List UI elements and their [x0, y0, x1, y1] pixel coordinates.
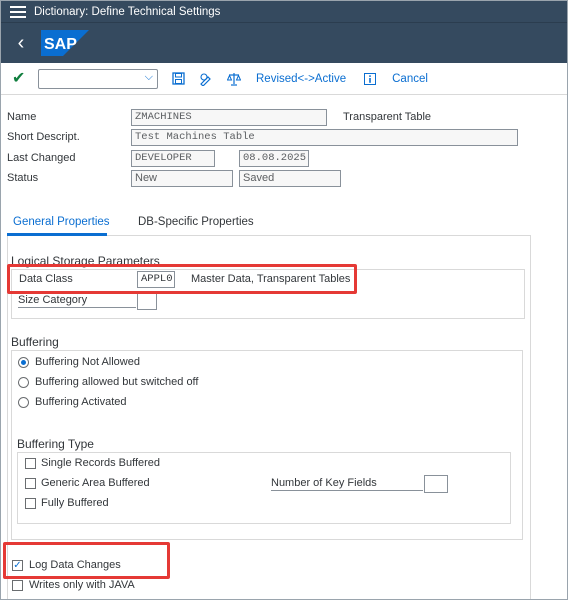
- name-label: Name: [7, 111, 37, 123]
- checkbox-generic-area[interactable]: [25, 478, 36, 489]
- table-type-text: Transparent Table: [343, 111, 432, 123]
- name-field: ZMACHINES: [131, 109, 327, 126]
- key-fields-label: Number of Key Fields: [271, 477, 423, 491]
- cancel-button[interactable]: Cancel: [392, 73, 428, 85]
- short-description-field: Test Machines Table: [131, 129, 518, 146]
- toolbar: ✔ ⌵ Revised<->Active Cancel: [1, 63, 567, 95]
- radio-label: Buffering Not Allowed: [35, 356, 140, 368]
- checkbox-fully-buffered[interactable]: [25, 498, 36, 509]
- back-icon[interactable]: ‹: [9, 31, 33, 55]
- checkbox-label: Single Records Buffered: [41, 457, 161, 469]
- status-field-1: New: [131, 170, 233, 187]
- checkbox-writes-only-java[interactable]: [12, 580, 23, 591]
- display-change-icon[interactable]: [198, 71, 214, 87]
- revised-active-button[interactable]: Revised<->Active: [256, 73, 346, 85]
- window-title: Dictionary: Define Technical Settings: [34, 5, 221, 18]
- tab-general-properties[interactable]: General Properties: [13, 216, 110, 228]
- radio-buffering-not-allowed[interactable]: [18, 357, 29, 368]
- title-bar: Dictionary: Define Technical Settings: [1, 1, 567, 23]
- status-label: Status: [7, 172, 39, 184]
- last-changed-label: Last Changed: [7, 152, 76, 164]
- compare-icon[interactable]: [226, 71, 242, 87]
- radio-buffering-switched-off[interactable]: [18, 377, 29, 388]
- buffering-title: Buffering: [11, 335, 59, 349]
- buffering-type-title: Buffering Type: [17, 437, 94, 451]
- last-changed-date-field: 08.08.2025: [239, 150, 309, 167]
- data-class-highlight: [7, 264, 357, 294]
- command-field[interactable]: ⌵: [38, 68, 158, 89]
- window: Dictionary: Define Technical Settings ‹ …: [0, 0, 568, 600]
- short-description-label: Short Descript.: [7, 131, 80, 143]
- info-icon[interactable]: [362, 71, 378, 87]
- svg-text:SAP: SAP: [44, 36, 77, 53]
- shell-header: ‹ SAP: [1, 23, 567, 63]
- checkbox-label: Fully Buffered: [41, 497, 109, 509]
- checkbox-single-records[interactable]: [25, 458, 36, 469]
- radio-buffering-activated[interactable]: [18, 397, 29, 408]
- save-icon[interactable]: [170, 71, 186, 87]
- checkmark-icon[interactable]: ✔: [12, 70, 28, 87]
- writes-only-java-label: Writes only with JAVA: [29, 579, 135, 591]
- status-field-2: Saved: [239, 170, 341, 187]
- radio-label: Buffering allowed but switched off: [35, 376, 199, 388]
- size-category-input[interactable]: [137, 293, 157, 310]
- radio-label: Buffering Activated: [35, 396, 127, 408]
- key-fields-input[interactable]: [424, 475, 448, 493]
- tab-db-specific-properties[interactable]: DB-Specific Properties: [138, 216, 254, 228]
- size-category-label: Size Category: [18, 294, 136, 308]
- menu-icon[interactable]: [10, 5, 26, 18]
- active-tab-indicator: [7, 233, 107, 236]
- log-data-changes-highlight: [3, 542, 170, 579]
- checkbox-label: Generic Area Buffered: [41, 477, 150, 489]
- last-changed-user-field: DEVELOPER: [131, 150, 215, 167]
- chevron-down-icon[interactable]: ⌵: [145, 71, 153, 84]
- sap-logo: SAP: [41, 30, 89, 56]
